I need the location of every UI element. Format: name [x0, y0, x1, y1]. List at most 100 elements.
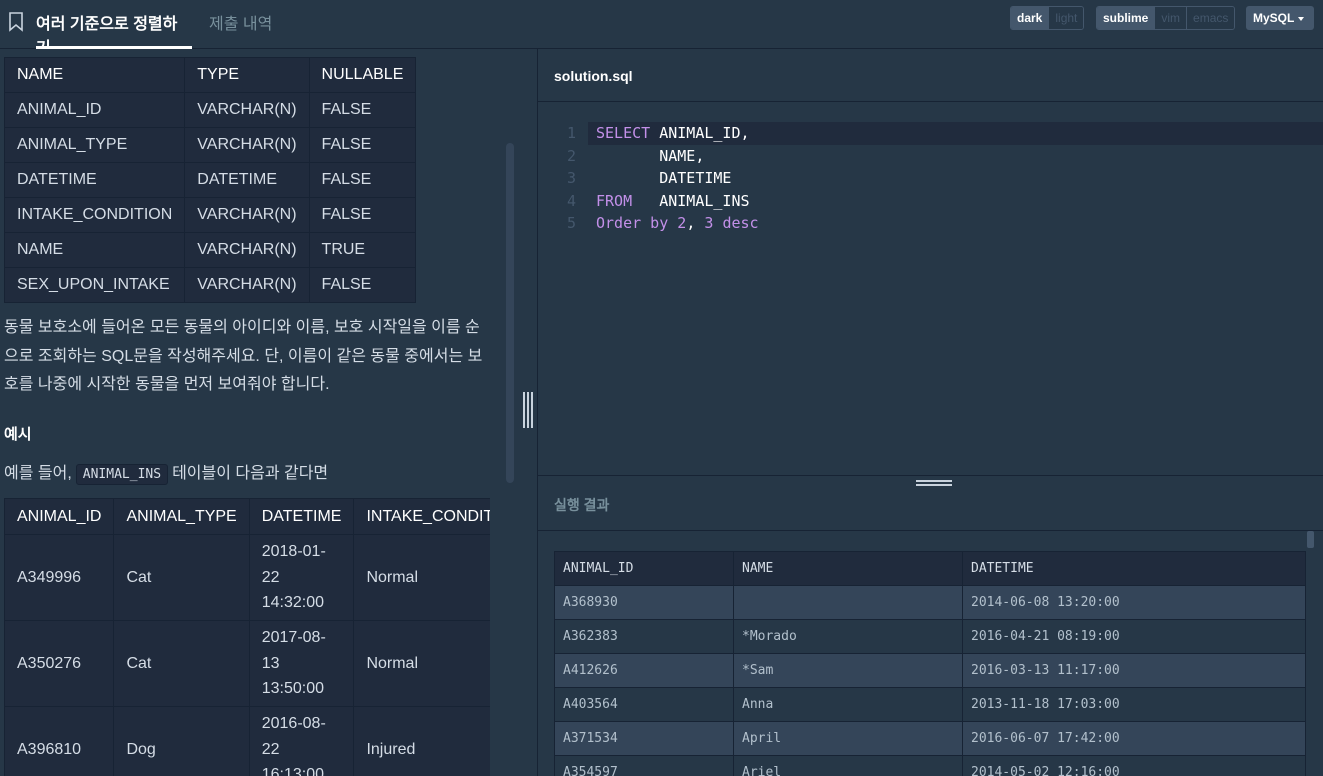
table-cell: ANIMAL_ID [3, 92, 186, 128]
sql-token: , [686, 214, 705, 232]
table-cell: A368930 [554, 585, 734, 620]
table-cell: 2016-04-21 08:19:00 [962, 619, 1306, 654]
table-cell: NAME [3, 232, 186, 268]
table-cell: Cat [113, 534, 250, 621]
table-cell: Injured [353, 706, 490, 776]
chevron-down-icon [1298, 16, 1305, 21]
table-row: INTAKE_CONDITION VARCHAR(N) FALSE [3, 197, 417, 233]
language-select[interactable]: MySQL [1246, 6, 1314, 30]
sql-token: NAME, [596, 146, 705, 165]
sql-keyword: SELECT [596, 124, 651, 142]
editor-header: solution.sql [538, 49, 1323, 102]
table-cell: A403564 [554, 687, 734, 722]
line-number: 3 [566, 169, 576, 187]
table-cell: A412626 [554, 653, 734, 688]
code-line[interactable]: 5 Order by 2, 3 desc [538, 212, 1323, 235]
column-header: DATETIME [962, 551, 1306, 586]
keymap-vim-button[interactable]: vim [1154, 7, 1187, 29]
bookmark-icon[interactable] [8, 12, 24, 32]
column-header: NULLABLE [308, 57, 417, 93]
example-heading: 예시 [4, 426, 32, 443]
table-cell: A396810 [4, 706, 115, 776]
example-intro-before: 예를 들어, [4, 465, 72, 482]
table-cell: FALSE [308, 162, 417, 198]
result-panel: ANIMAL_ID NAME DATETIME A368930 2014-06-08 … [538, 531, 1323, 776]
sql-keyword: Order by [596, 214, 669, 232]
table-cell: 2014-05-02 12:16:00 [962, 755, 1306, 776]
horizontal-resize-handle[interactable] [916, 480, 952, 490]
table-cell: FALSE [308, 197, 417, 233]
keymap-emacs-button[interactable]: emacs [1186, 7, 1235, 29]
problem-title-tab[interactable]: 여러 기준으로 정렬하기 [36, 0, 192, 57]
theme-dark-button[interactable]: dark [1011, 7, 1049, 29]
keymap-sublime-button[interactable]: sublime [1097, 7, 1155, 29]
table-cell: FALSE [308, 92, 417, 128]
editor-filename: solution.sql [554, 68, 633, 84]
theme-toggle: dark light [1010, 6, 1085, 30]
sql-keyword: desc [722, 214, 759, 232]
submissions-tab[interactable]: 제출 내역 [209, 10, 272, 34]
sql-keyword: 2 [677, 214, 687, 232]
code-editor[interactable]: 1 SELECT ANIMAL_ID, 2 NAME, 3 DATETIME 4 FROM… [538, 103, 1323, 475]
column-header: ANIMAL_ID [4, 498, 115, 535]
table-cell: Normal [353, 620, 490, 707]
code-text: DATETIME [596, 167, 731, 190]
code-text: Order by 2, 3 desc [596, 212, 759, 235]
table-cell: 2017-08-13 13:50:00 [248, 620, 355, 707]
table-row: ANIMAL_TYPE VARCHAR(N) FALSE [3, 127, 417, 163]
table-row: NAME VARCHAR(N) TRUE [3, 232, 417, 268]
table-cell: April [733, 721, 963, 756]
column-header: NAME [733, 551, 963, 586]
code-line[interactable]: 4 FROM ANIMAL_INS [538, 190, 1323, 213]
table-row: A350276 Cat 2017-08-13 13:50:00 Normal [4, 620, 490, 707]
table-cell: A349996 [4, 534, 115, 621]
vertical-resize-handle[interactable] [523, 392, 535, 428]
table-cell [733, 585, 963, 620]
column-header: NAME [3, 57, 186, 93]
line-number: 1 [566, 124, 576, 142]
table-cell: DATETIME [184, 162, 310, 198]
result-scrollbar[interactable] [1307, 531, 1314, 548]
sql-token: ANIMAL_ID, [650, 124, 750, 142]
language-label: MySQL [1253, 11, 1295, 25]
problem-description: 동물 보호소에 들어온 모든 동물의 아이디와 이름, 보호 시작일을 이름 순… [4, 319, 483, 393]
code-line[interactable]: 1 SELECT ANIMAL_ID, [538, 122, 1323, 145]
line-number: 2 [566, 146, 576, 165]
keymap-toggle: sublime vim emacs [1096, 6, 1236, 30]
left-scrollbar[interactable] [506, 143, 514, 483]
table-cell: 2016-03-13 11:17:00 [962, 653, 1306, 688]
sql-token: DATETIME [596, 169, 732, 187]
table-cell: VARCHAR(N) [184, 127, 310, 163]
table-cell: VARCHAR(N) [184, 232, 310, 268]
table-row: DATETIME DATETIME FALSE [3, 162, 417, 198]
table-cell: VARCHAR(N) [184, 197, 310, 233]
table-cell: 2013-11-18 17:03:00 [962, 687, 1306, 722]
schema-table: NAME TYPE NULLABLE ANIMAL_ID VARCHAR(N) FALS… [3, 57, 417, 303]
table-cell: Normal [353, 534, 490, 621]
table-row: A371534 April 2016-06-07 17:42:00 [554, 721, 1306, 756]
code-text: SELECT ANIMAL_ID, [596, 122, 750, 145]
code-text: NAME, [596, 145, 704, 168]
example-table-wrap[interactable]: ANIMAL_ID ANIMAL_TYPE DATETIME INTAKE_CONDI… [4, 498, 490, 776]
table-cell: 2016-08-22 16:13:00 [248, 706, 355, 776]
table-row: A412626 *Sam 2016-03-13 11:17:00 [554, 653, 1306, 688]
table-cell: DATETIME [3, 162, 186, 198]
line-number: 5 [566, 214, 576, 232]
table-cell: TRUE [308, 232, 417, 268]
theme-light-button[interactable]: light [1048, 7, 1084, 29]
problem-panel: NAME TYPE NULLABLE ANIMAL_ID VARCHAR(N) FALS… [0, 49, 537, 776]
code-line[interactable]: 2 NAME, [538, 145, 1323, 168]
code-line[interactable]: 3 DATETIME [538, 167, 1323, 190]
table-cell: A362383 [554, 619, 734, 654]
table-row: A403564 Anna 2013-11-18 17:03:00 [554, 687, 1306, 722]
table-row: ANIMAL_ID VARCHAR(N) FALSE [3, 92, 417, 128]
table-row: A349996 Cat 2018-01-22 14:32:00 Normal [4, 534, 490, 621]
table-cell: FALSE [308, 127, 417, 163]
top-bar: 여러 기준으로 정렬하기 제출 내역 dark light sublime vi… [0, 0, 1323, 57]
column-header: ANIMAL_TYPE [113, 498, 250, 535]
table-row: A354597 Ariel 2014-05-02 12:16:00 [554, 755, 1306, 776]
example-table: ANIMAL_ID ANIMAL_TYPE DATETIME INTAKE_CONDI… [4, 498, 490, 776]
table-cell: SEX_UPON_INTAKE [3, 267, 186, 303]
table-cell: A354597 [554, 755, 734, 776]
table-cell: FALSE [308, 267, 417, 303]
